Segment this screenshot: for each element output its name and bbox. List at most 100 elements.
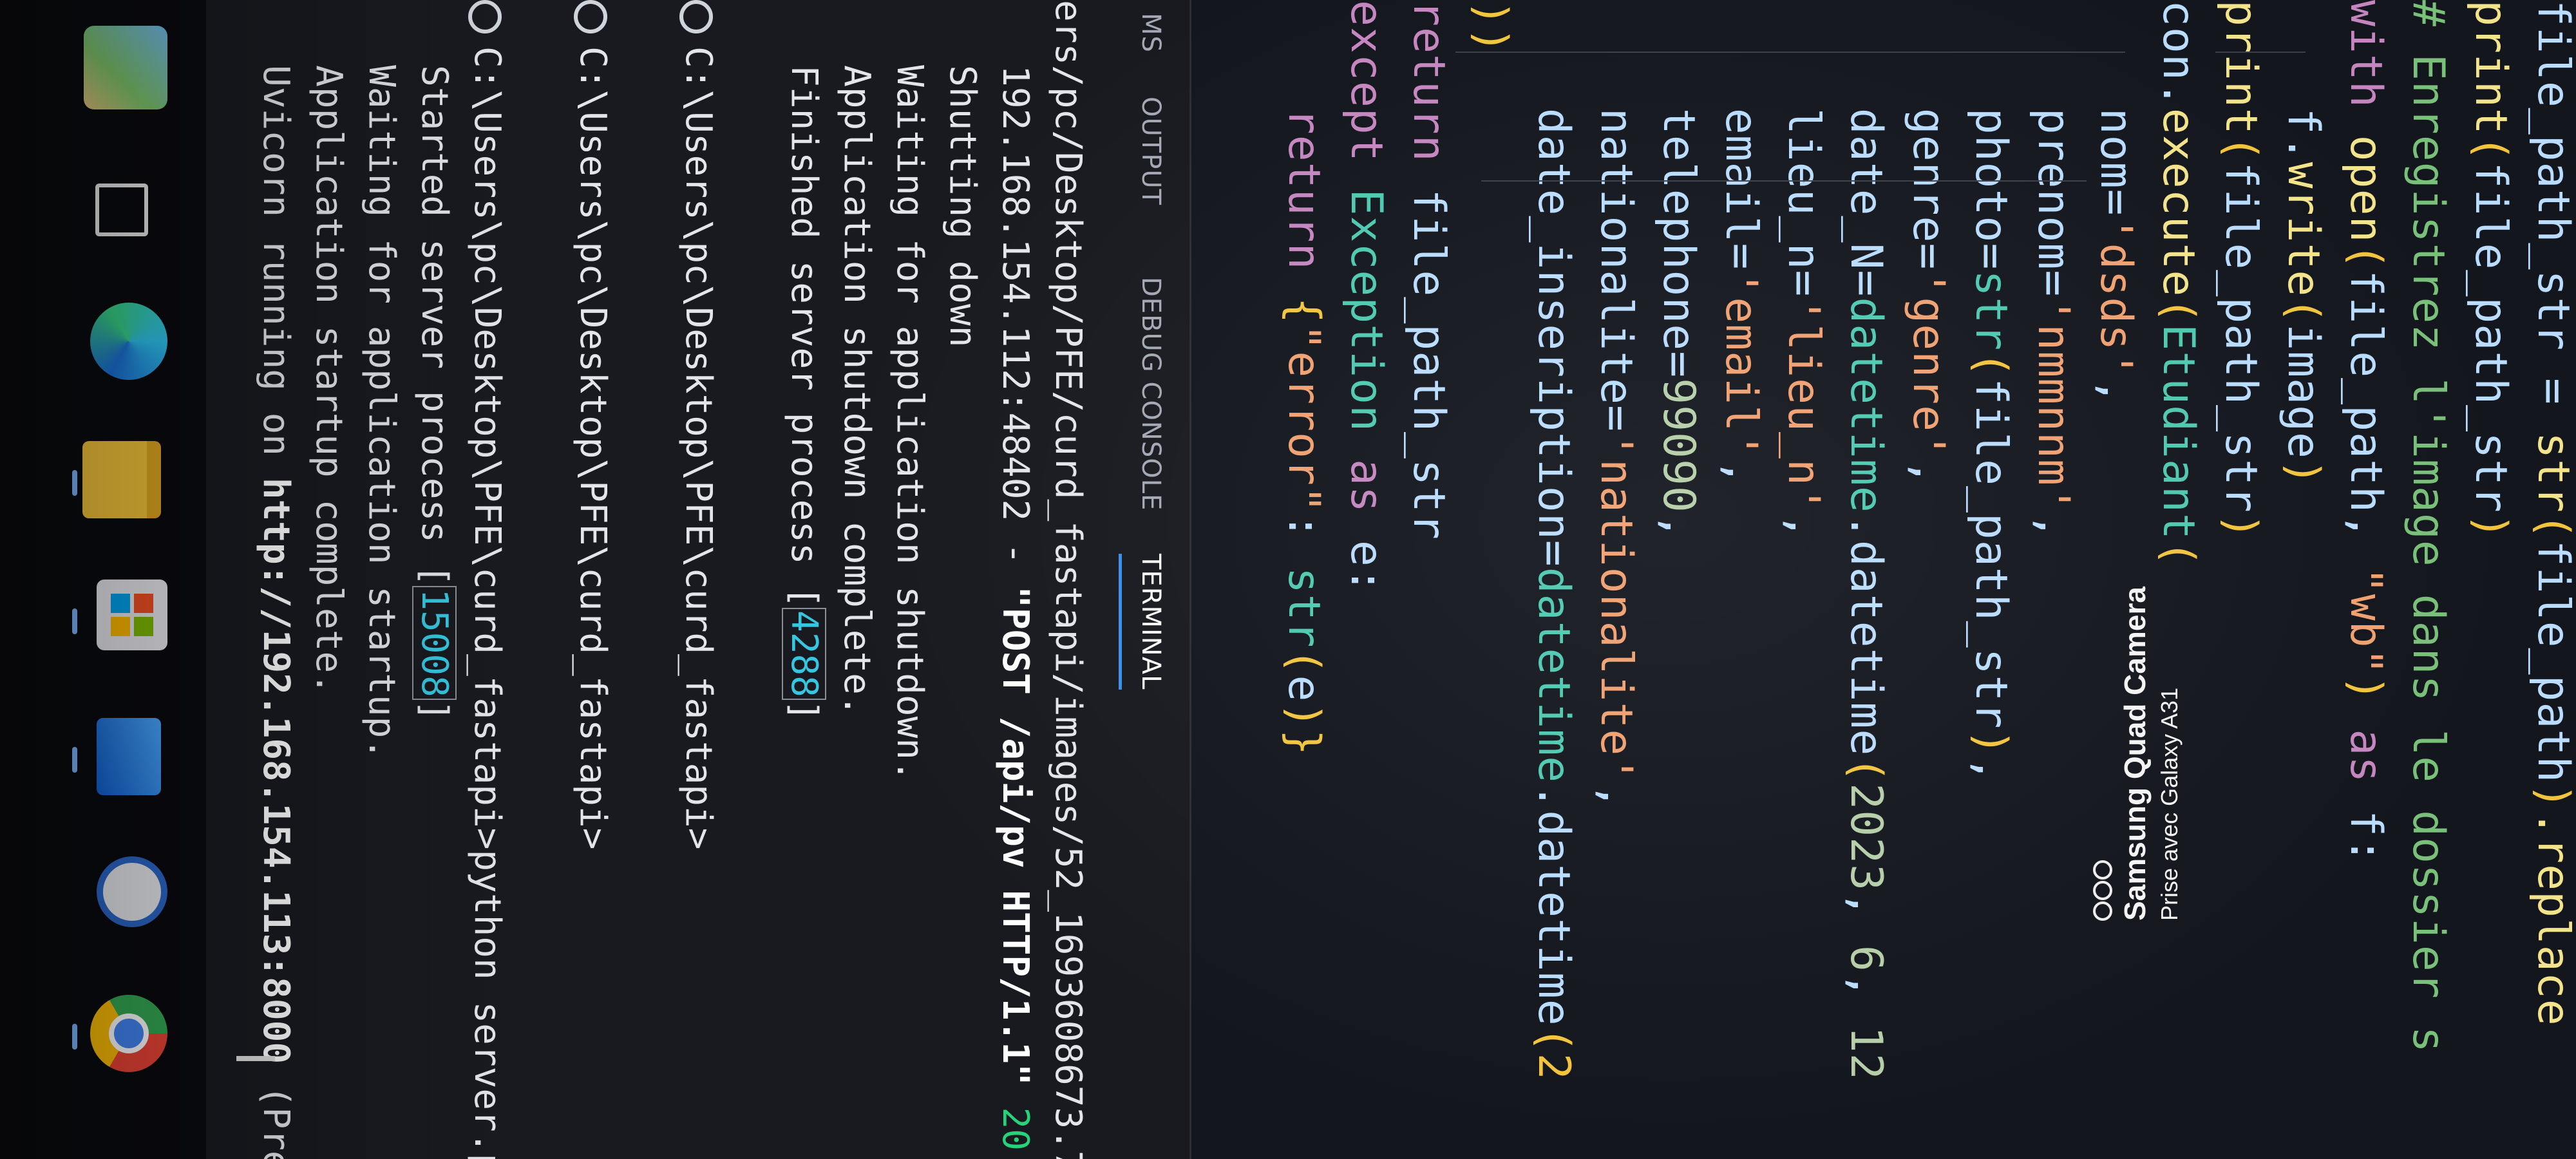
- terminal-text: C:\Users\pc\Desktop\PFE\curd_fastapi>: [677, 46, 719, 850]
- code-line[interactable]: lieu_n='lieu_n',: [1774, 0, 1833, 540]
- code-token: (: [2153, 540, 2204, 567]
- code-line[interactable]: print(file_path_str): [2461, 0, 2520, 540]
- code-token: :: [1278, 513, 1329, 567]
- code-line[interactable]: con.execute(Etudiant(: [2148, 0, 2208, 567]
- code-token: (: [1278, 648, 1329, 675]
- code-token: datetime: [1841, 297, 1891, 513]
- command-status-icon[interactable]: [574, 0, 608, 33]
- code-line[interactable]: return file_path_str: [1399, 0, 1458, 540]
- tab-output[interactable]: OUTPUT: [1112, 97, 1189, 205]
- copilot-icon[interactable]: [84, 856, 167, 940]
- terminal-line: 192.168.154.112:48402 - "POST /api/pv HT…: [990, 0, 1040, 1151]
- code-line[interactable]: with open(file_path, "wb") as f:: [2336, 0, 2395, 864]
- file-explorer-icon[interactable]: [82, 441, 167, 525]
- tab-debug-console[interactable]: DEBUG CONSOLE: [1112, 277, 1189, 511]
- code-token: 'genre': [1903, 270, 1954, 459]
- code-token: write: [2278, 162, 2329, 297]
- running-indicator: [72, 470, 77, 496]
- panel-tab-bar: MS OUTPUT DEBUG CONSOLE TERMINAL: [1112, 0, 1189, 1159]
- code-token: with: [2340, 0, 2391, 135]
- code-line[interactable]: telephone=99090,: [1649, 0, 1708, 540]
- command-status-icon[interactable]: [468, 0, 502, 33]
- code-line[interactable]: # Enregistrez l'image dans le dossier s: [2398, 0, 2458, 1053]
- code-token: 2023: [1841, 783, 1891, 892]
- code-line[interactable]: date_inseription=datetime.datetime(2: [1524, 0, 1583, 1080]
- watermark-subtitle: Prise avec Galaxy A31: [2156, 687, 2183, 921]
- code-token: )): [1466, 0, 1517, 54]
- terminal-text: 15008: [412, 586, 457, 700]
- code-line[interactable]: nationalite='nationalite',: [1586, 0, 1645, 810]
- code-token: # Enregistrez l'image dans le dossier s: [2403, 0, 2454, 1053]
- code-line[interactable]: f.write(image): [2273, 0, 2333, 486]
- terminal-text: ]: [413, 699, 455, 722]
- edge-icon[interactable]: [84, 303, 167, 386]
- code-token: date_N=: [1841, 0, 1891, 297]
- code-token: open: [2340, 135, 2391, 243]
- code-token: file_path_str: [1965, 378, 2016, 730]
- code-line[interactable]: prenom='nmmnnm',: [2023, 0, 2083, 540]
- terminal-line: Uvicorn running on http://192.168.154.11…: [251, 0, 301, 1159]
- tab-terminal[interactable]: TERMINAL: [1112, 554, 1189, 690]
- code-line[interactable]: print(file_path_str): [2211, 0, 2270, 540]
- terminal-text: C:\Users\pc\Desktop\PFE\curd_fastapi>pyt…: [466, 46, 508, 1159]
- terminal-text: C:\Users\pc\Desktop\PFE\curd_fastapi>: [572, 46, 614, 850]
- command-status-icon[interactable]: [679, 0, 714, 33]
- code-line[interactable]: )): [1461, 0, 1520, 54]
- code-line[interactable]: except Exception as e:: [1336, 0, 1396, 594]
- camera-watermark: Samsung Quad Camera Prise avec Galaxy A3…: [2093, 587, 2183, 921]
- mail-icon[interactable]: [84, 718, 167, 802]
- terminal-text: Application startup complete.: [308, 0, 350, 695]
- terminal-text: 4288: [782, 608, 826, 700]
- code-line[interactable]: genre='genre',: [1899, 0, 1958, 486]
- code-token: (: [2465, 135, 2516, 162]
- code-token: ,: [1965, 756, 2016, 784]
- code-token: (: [2153, 297, 2204, 325]
- code-line[interactable]: date_N=datetime.datetime(2023, 6, 12: [1836, 0, 1895, 1080]
- code-token: 'dsds': [2090, 216, 2141, 379]
- code-line[interactable]: photo=str(file_path_str),: [1961, 0, 2020, 784]
- code-token: 99090: [1653, 378, 1704, 513]
- code-token: con.: [2153, 0, 2204, 108]
- widgets-icon[interactable]: [84, 26, 167, 109]
- task-view-icon[interactable]: [84, 164, 167, 248]
- code-token: telephone=: [1653, 0, 1704, 379]
- windows-taskbar: [0, 0, 206, 1159]
- code-line[interactable]: return {"error": str(e)}: [1274, 0, 1333, 757]
- bottom-panel: MS OUTPUT DEBUG CONSOLE TERMINAL ers/pc/Des…: [204, 0, 1191, 1159]
- code-token: ,: [1841, 972, 1891, 1026]
- tab-ms[interactable]: MS: [1112, 13, 1189, 53]
- terminal-line: Application shutdown complete.: [831, 0, 882, 717]
- terminal-line: C:\Users\pc\Desktop\PFE\curd_fastapi>pyt…: [462, 0, 512, 1159]
- chrome-icon[interactable]: [84, 995, 167, 1079]
- code-token: return: [1403, 0, 1454, 189]
- code-token: e:: [1341, 540, 1392, 594]
- code-token: .datetime: [1841, 513, 1891, 757]
- terminal-text: Uvicorn running on: [255, 0, 297, 478]
- code-token: ,: [1591, 783, 1642, 811]
- code-token: ): [1965, 729, 2016, 757]
- code-token: (: [2215, 135, 2266, 162]
- terminal-text: 20: [994, 1085, 1036, 1151]
- code-line[interactable]: email='email',: [1711, 0, 1770, 486]
- code-token: return: [1278, 0, 1329, 297]
- terminal-line: Finished server process [4288]: [779, 0, 829, 722]
- code-token: ): [2340, 675, 2391, 730]
- code-token: (: [2340, 243, 2391, 270]
- code-line[interactable]: nom='dsds',: [2086, 0, 2145, 405]
- code-line[interactable]: file_path_str = str(file_path).replace: [2523, 0, 2576, 1026]
- code-token: nationalite=: [1591, 0, 1642, 433]
- terminal-text: 192.168.154.112:48402 -: [994, 0, 1036, 587]
- code-token: 12: [1841, 1026, 1891, 1080]
- terminal-text: Application shutdown complete.: [836, 0, 878, 717]
- code-token: ): [2465, 513, 2516, 540]
- microsoft-store-icon[interactable]: [84, 580, 167, 663]
- code-token: except: [1341, 0, 1392, 189]
- code-editor[interactable]: file_path_str = str(file_path).replace pr…: [1191, 0, 2576, 1159]
- terminal-text: [: [783, 586, 825, 608]
- code-token: f.: [2278, 0, 2329, 162]
- code-token: ): [1278, 702, 1329, 730]
- code-token: (: [2278, 297, 2329, 325]
- indent-guide: [1455, 52, 2125, 53]
- code-token: (: [2528, 513, 2576, 540]
- code-token: ,: [1653, 513, 1704, 540]
